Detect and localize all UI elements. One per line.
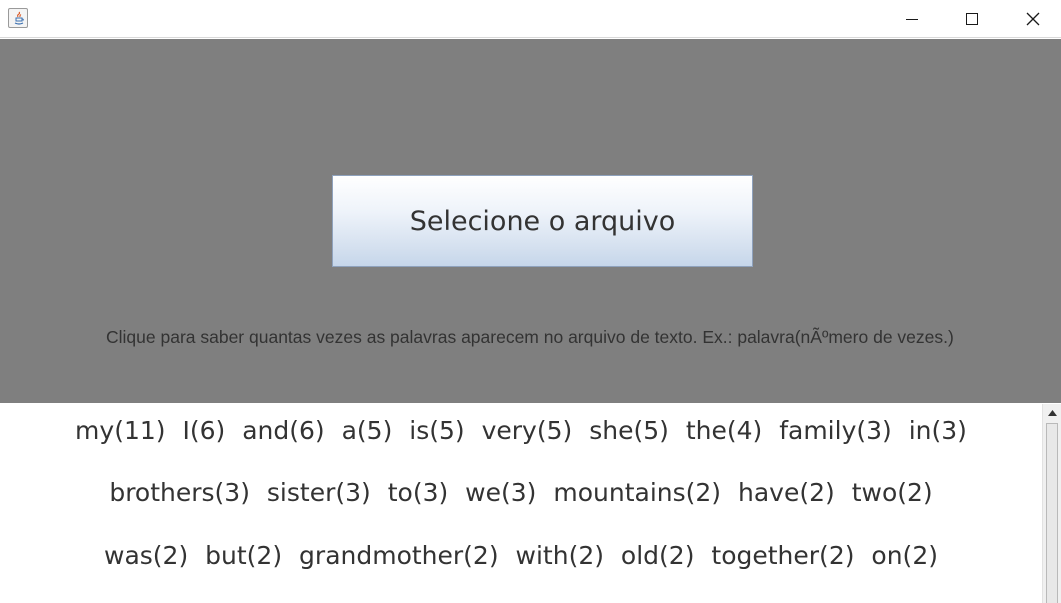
maximize-button[interactable] [942, 0, 1002, 38]
scroll-thumb[interactable] [1046, 423, 1058, 603]
minimize-button[interactable] [882, 0, 942, 38]
word-count-output[interactable]: my(11) I(6) and(6) a(5) is(5) very(5) sh… [0, 404, 1042, 603]
title-bar [0, 0, 1061, 38]
word-count-line: was(2) but(2) grandmother(2) with(2) old… [104, 541, 938, 570]
close-button[interactable] [1003, 0, 1061, 38]
word-count-line: my(11) I(6) and(6) a(5) is(5) very(5) sh… [75, 416, 967, 445]
java-app-icon[interactable] [8, 8, 28, 28]
word-count-line: brothers(3) sister(3) to(3) we(3) mounta… [109, 478, 933, 507]
close-icon [1026, 12, 1040, 26]
instruction-text: Clique para saber quantas vezes as palav… [106, 327, 954, 347]
scroll-up-arrow-icon [1047, 409, 1057, 416]
maximize-icon [966, 13, 978, 25]
select-file-button[interactable]: Selecione o arquivo [332, 175, 753, 267]
scroll-up-button[interactable] [1043, 404, 1061, 421]
vertical-scrollbar[interactable] [1042, 404, 1061, 603]
minimize-icon [906, 18, 918, 20]
control-panel: Selecione o arquivo Clique para saber qu… [0, 39, 1061, 403]
